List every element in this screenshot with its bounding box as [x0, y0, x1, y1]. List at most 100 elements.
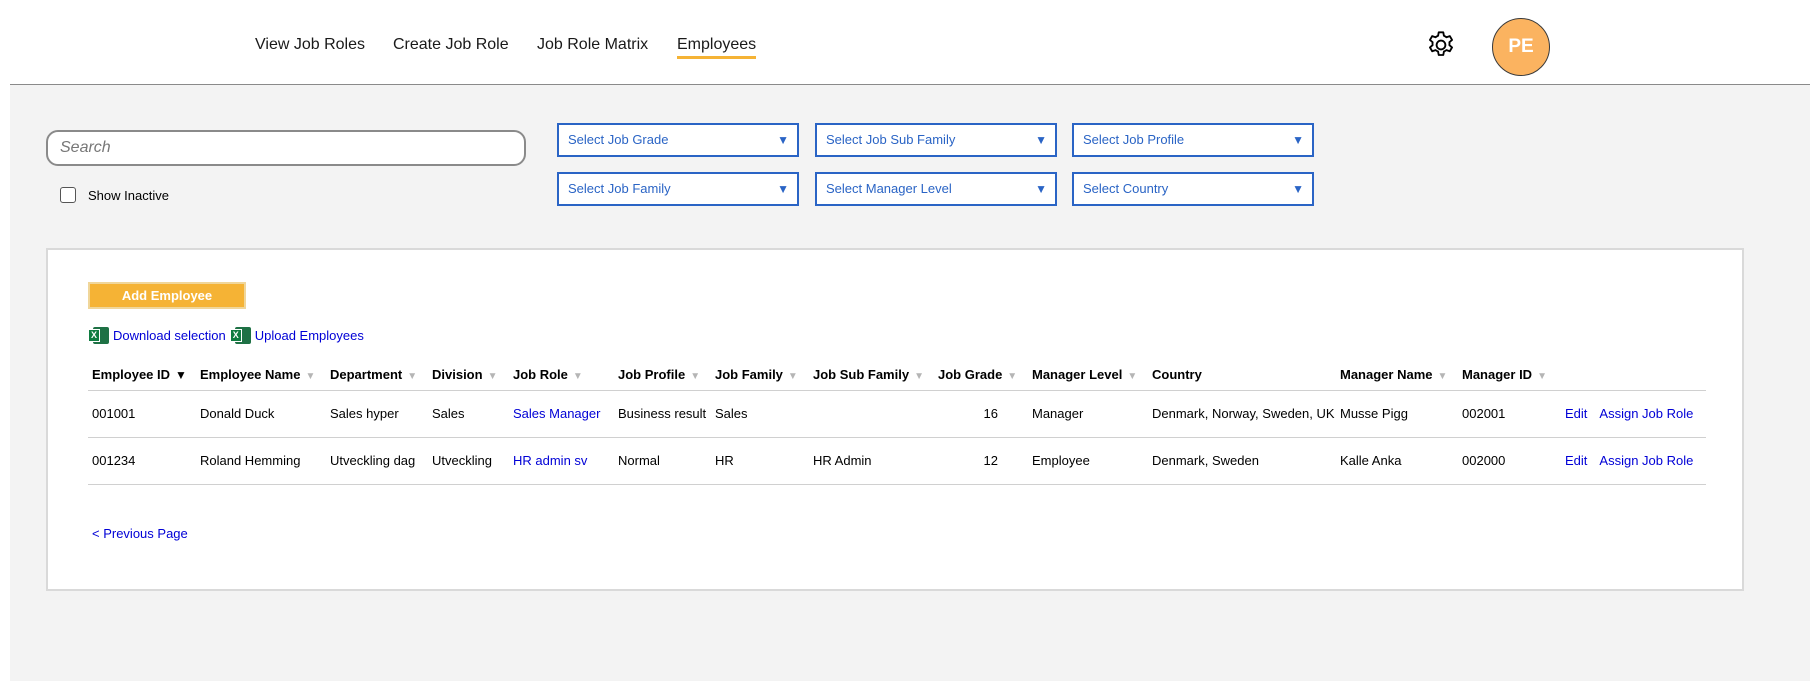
add-employee-button[interactable]: Add Employee [88, 282, 246, 309]
sort-icon[interactable]: ▼ [407, 371, 417, 382]
sort-icon[interactable]: ▼ [1127, 371, 1137, 382]
show-inactive-checkbox[interactable] [60, 187, 76, 203]
excel-icon: X [229, 326, 251, 345]
chevron-down-icon: ▼ [1292, 133, 1304, 147]
cell-department: Utveckling dag [326, 437, 428, 485]
job-role-link[interactable]: HR admin sv [513, 453, 587, 468]
sort-icon[interactable]: ▼ [1537, 371, 1547, 382]
cell-country: Denmark, Sweden [1148, 437, 1336, 485]
cell-actions: Edit Assign Job Role [1561, 390, 1706, 438]
assign-job-role-link[interactable]: Assign Job Role [1599, 453, 1693, 468]
column-header-job-profile[interactable]: Job Profile ▼ [614, 360, 711, 391]
nav-job-role-matrix[interactable]: Job Role Matrix [537, 36, 648, 54]
cell-manager-id: 002001 [1458, 390, 1561, 438]
cell-job-family: Sales [711, 390, 809, 438]
column-header-manager-name[interactable]: Manager Name ▼ [1336, 360, 1458, 391]
show-inactive-label: Show Inactive [88, 187, 169, 203]
sort-icon[interactable]: ▼ [305, 371, 315, 382]
column-header-job-grade[interactable]: Job Grade ▼ [934, 360, 1028, 391]
sort-desc-icon[interactable]: ▼ [175, 368, 187, 382]
column-header-employee-id[interactable]: Employee ID ▼ [88, 360, 196, 391]
table-header-row: Employee ID ▼ Employee Name ▼ Department ▼ … [88, 360, 1706, 391]
show-inactive-toggle[interactable]: Show Inactive [60, 187, 169, 203]
sort-icon[interactable]: ▼ [1437, 371, 1447, 382]
column-header-manager-id[interactable]: Manager ID ▼ [1458, 360, 1561, 391]
job-grade-select[interactable]: Select Job Grade ▼ [557, 123, 799, 157]
cell-employee-name: Roland Hemming [196, 437, 326, 485]
avatar[interactable]: PE [1492, 18, 1550, 76]
download-selection-link[interactable]: Download selection [113, 328, 226, 343]
column-header-job-family[interactable]: Job Family ▼ [711, 360, 809, 391]
employees-panel: Add Employee X Download selection X Uplo… [46, 248, 1744, 591]
sort-icon[interactable]: ▼ [788, 371, 798, 382]
upload-employees-link[interactable]: Upload Employees [255, 328, 364, 343]
cell-department: Sales hyper [326, 390, 428, 438]
column-header-job-sub-family[interactable]: Job Sub Family ▼ [809, 360, 934, 391]
cell-job-role: Sales Manager [509, 390, 614, 438]
job-profile-select[interactable]: Select Job Profile ▼ [1072, 123, 1314, 157]
sort-icon[interactable]: ▼ [1007, 371, 1017, 382]
assign-job-role-link[interactable]: Assign Job Role [1599, 406, 1693, 421]
country-select-value: Select Country [1083, 181, 1169, 196]
table-row: 001001 Donald Duck Sales hyper Sales Sal… [88, 390, 1706, 438]
column-header-country: Country [1148, 360, 1336, 391]
column-header-department[interactable]: Department ▼ [326, 360, 428, 391]
job-profile-select-value: Select Job Profile [1083, 132, 1185, 147]
job-family-select-value: Select Job Family [568, 181, 671, 196]
cell-job-role: HR admin sv [509, 437, 614, 485]
column-header-manager-level[interactable]: Manager Level ▼ [1028, 360, 1148, 391]
column-header-job-role[interactable]: Job Role ▼ [509, 360, 614, 391]
job-role-link[interactable]: Sales Manager [513, 406, 600, 421]
sort-icon[interactable]: ▼ [488, 371, 498, 382]
country-select[interactable]: Select Country ▼ [1072, 172, 1314, 206]
cell-manager-level: Manager [1028, 390, 1148, 438]
cell-division: Sales [428, 390, 509, 438]
table-row: 001234 Roland Hemming Utveckling dag Utv… [88, 437, 1706, 485]
column-header-employee-name[interactable]: Employee Name ▼ [196, 360, 326, 391]
excel-actions: X Download selection X Upload Employees [88, 326, 368, 345]
nav-view-job-roles[interactable]: View Job Roles [255, 36, 365, 54]
main-content: Show Inactive Select Job Grade ▼ Select J… [10, 85, 1810, 681]
manager-level-select-value: Select Manager Level [826, 181, 952, 196]
manager-level-select[interactable]: Select Manager Level ▼ [815, 172, 1057, 206]
excel-icon: X [88, 326, 109, 345]
cell-job-grade: 16 [934, 390, 1028, 438]
chevron-down-icon: ▼ [777, 133, 789, 147]
cell-job-profile: Normal [614, 437, 711, 485]
cell-job-profile: Business result [614, 390, 711, 438]
top-navigation: View Job Roles Create Job Role Job Role … [0, 0, 1820, 86]
job-grade-select-value: Select Job Grade [568, 132, 669, 147]
cell-manager-level: Employee [1028, 437, 1148, 485]
sort-icon[interactable]: ▼ [573, 371, 583, 382]
cell-manager-name: Kalle Anka [1336, 437, 1458, 485]
cell-job-sub-family: HR Admin [809, 437, 934, 485]
nav-employees[interactable]: Employees [677, 36, 757, 59]
nav-create-job-role[interactable]: Create Job Role [393, 36, 509, 54]
column-header-division[interactable]: Division ▼ [428, 360, 509, 391]
cell-employee-id: 001234 [88, 437, 196, 485]
sort-icon[interactable]: ▼ [914, 371, 924, 382]
cell-actions: Edit Assign Job Role [1561, 437, 1706, 485]
job-sub-family-select[interactable]: Select Job Sub Family ▼ [815, 123, 1057, 157]
previous-page-link[interactable]: < Previous Page [92, 526, 188, 541]
chevron-down-icon: ▼ [1035, 133, 1047, 147]
chevron-down-icon: ▼ [777, 182, 789, 196]
job-family-select[interactable]: Select Job Family ▼ [557, 172, 799, 206]
cell-manager-name: Musse Pigg [1336, 390, 1458, 438]
search-input[interactable] [46, 130, 526, 166]
cell-country: Denmark, Norway, Sweden, UK [1148, 390, 1336, 438]
cell-employee-id: 001001 [88, 390, 196, 438]
edit-link[interactable]: Edit [1565, 453, 1587, 468]
cell-job-family: HR [711, 437, 809, 485]
cell-employee-name: Donald Duck [196, 390, 326, 438]
sort-icon[interactable]: ▼ [690, 371, 700, 382]
cell-job-sub-family [809, 390, 934, 438]
chevron-down-icon: ▼ [1292, 182, 1304, 196]
column-header-actions [1561, 360, 1706, 391]
job-sub-family-select-value: Select Job Sub Family [826, 132, 956, 147]
cell-manager-id: 002000 [1458, 437, 1561, 485]
employees-table: Employee ID ▼ Employee Name ▼ Department ▼ … [88, 360, 1706, 485]
chevron-down-icon: ▼ [1035, 182, 1047, 196]
gear-icon[interactable] [1425, 29, 1457, 61]
edit-link[interactable]: Edit [1565, 406, 1587, 421]
